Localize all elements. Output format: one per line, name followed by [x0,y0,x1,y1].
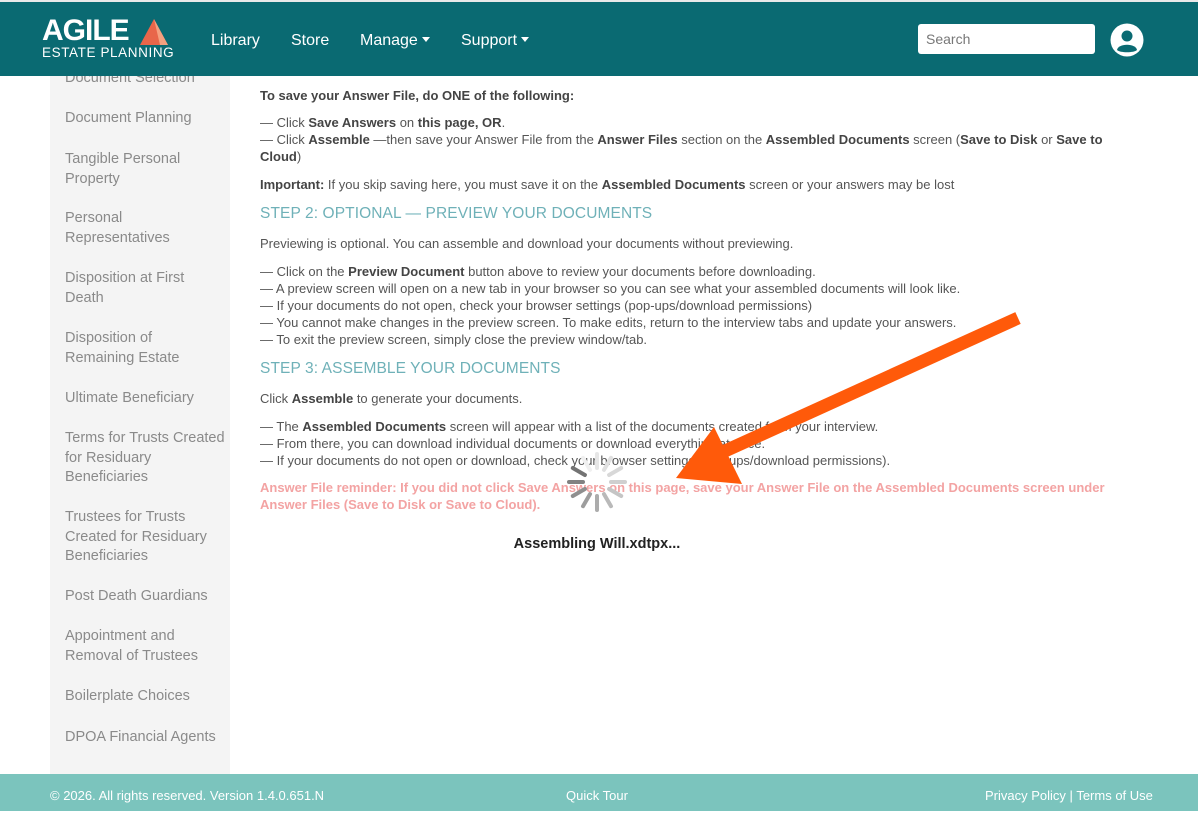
nav-library[interactable]: Library [211,31,260,51]
page-footer: © 2026. All rights reserved. Version 1.4… [0,774,1198,811]
assembling-status: Assembling Will.xdtpx... [513,536,681,552]
nav-store[interactable]: Store [291,31,329,51]
sidebar-item-personal-representatives[interactable]: Personal Representatives [65,209,225,248]
nav-manage-label: Manage [360,32,418,49]
brand-logo[interactable]: AGILE ESTATE PLANNING [42,16,182,62]
sidebar-item-appointment-removal-trustees[interactable]: Appointment and Removal of Trustees [65,627,225,666]
quick-tour-link[interactable]: Quick Tour [566,777,628,814]
save-intro-title: To save your Answer File, do ONE of the … [260,88,575,103]
footer-legal-links: Privacy Policy | Terms of Use [985,777,1153,814]
footer-separator: | [1069,788,1073,803]
step2-bullet-1: — Click on the Preview Document button a… [260,264,816,279]
nav-manage-dropdown[interactable]: Manage [360,31,430,51]
answer-file-reminder: Answer File reminder: If you did not cli… [260,480,1105,512]
user-circle-icon[interactable] [1110,23,1144,57]
save-option-1: — Click Save Answers on this page, OR. [260,115,506,130]
nav-support-dropdown[interactable]: Support [461,31,530,51]
interview-sidebar: Document Selection Document Planning Tan… [50,76,230,774]
logo-wordmark: AGILE [42,14,130,47]
caret-down-icon [421,36,430,42]
sidebar-item-trustees-for-trusts[interactable]: Trustees for Trusts Created for Residuar… [65,508,225,567]
logo-triangle-icon [140,19,168,45]
caret-down-icon [521,36,530,42]
sidebar-item-document-planning[interactable]: Document Planning [65,109,225,129]
important-note: Important: If you skip saving here, you … [260,177,955,192]
step2-bullet-2: — A preview screen will open on a new ta… [260,281,961,296]
sidebar-item-ultimate-beneficiary[interactable]: Ultimate Beneficiary [65,389,225,409]
assembly-instructions: To save your Answer File, do ONE of the … [260,76,1140,774]
step2-heading: STEP 2: OPTIONAL — PREVIEW YOUR DOCUMENT… [260,205,653,222]
step3-bullet-3: — If your documents do not open or downl… [260,453,891,468]
step3-bullet-2: — From there, you can download individua… [260,436,766,451]
save-option-2: — Click Assemble —then save your Answer … [260,132,1103,164]
sidebar-item-dpoa-financial-agents[interactable]: DPOA Financial Agents [65,728,225,748]
step2-bullet-5: — To exit the preview screen, simply clo… [260,332,648,347]
sidebar-item-tangible-personal-property[interactable]: Tangible Personal Property [65,150,225,189]
sidebar-item-document-selection[interactable]: Document Selection [65,76,225,89]
sidebar-item-disposition-first-death[interactable]: Disposition at First Death [65,269,225,308]
nav-support-label: Support [461,32,518,49]
terms-of-use-link[interactable]: Terms of Use [1076,788,1153,803]
footer-copyright: © 2026. All rights reserved. Version 1.4… [50,788,325,803]
step3-intro: Click Assemble to generate your document… [260,391,523,406]
search-input[interactable] [918,24,1095,54]
step3-heading: STEP 3: ASSEMBLE YOUR DOCUMENTS [260,360,561,377]
step2-bullet-4: — You cannot make changes in the preview… [260,315,957,330]
sidebar-item-boilerplate-choices[interactable]: Boilerplate Choices [65,687,225,707]
step2-bullet-3: — If your documents do not open, check y… [260,298,813,313]
sidebar-item-disposition-remaining-estate[interactable]: Disposition of Remaining Estate [65,329,225,368]
sidebar-item-terms-for-trusts[interactable]: Terms for Trusts Created for Residuary B… [65,429,225,488]
logo-subtitle: ESTATE PLANNING [42,45,175,60]
sidebar-item-post-death-guardians[interactable]: Post Death Guardians [65,587,225,607]
step3-bullet-1: — The Assembled Documents screen will ap… [260,419,879,434]
top-navbar: AGILE ESTATE PLANNING Library Store Mana… [0,0,1198,76]
privacy-policy-link[interactable]: Privacy Policy [985,788,1066,803]
step2-intro: Previewing is optional. You can assemble… [260,236,794,251]
loading-spinner-icon [567,452,627,512]
